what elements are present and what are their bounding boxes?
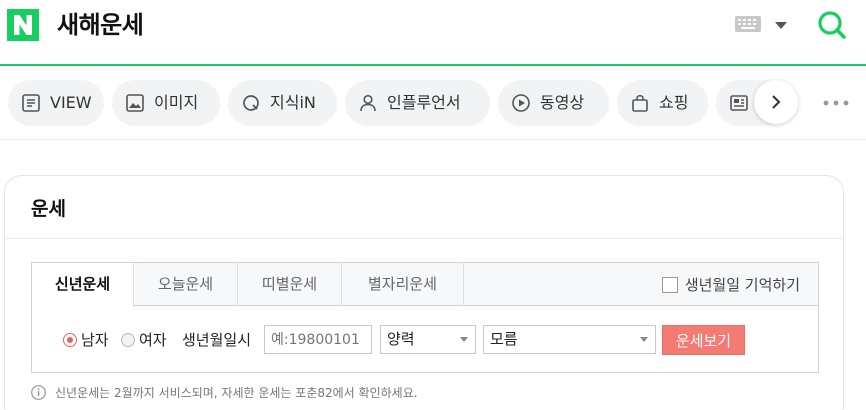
fortune-card: 운세 신년운세 오늘운세 띠별운세 별자리운세 생년월일 기억하기 남자 여자 … (4, 175, 844, 410)
radio-female-label[interactable]: 여자 (139, 330, 167, 350)
view-fortune-button[interactable]: 운세보기 (662, 325, 745, 355)
birthdate-input[interactable] (264, 325, 372, 354)
tab-shopping[interactable]: 쇼핑 (617, 80, 708, 126)
radio-male-label[interactable]: 남자 (81, 330, 109, 350)
fortune-tab-row: 신년운세 오늘운세 띠별운세 별자리운세 생년월일 기억하기 (32, 263, 818, 307)
chevron-right-icon (772, 95, 781, 109)
caret-down-icon[interactable] (774, 20, 788, 30)
tab-label: 인플루언서 (387, 93, 461, 112)
bag-icon (632, 94, 648, 112)
service-notice: 신년운세는 2월까지 서비스되며, 자세한 운세는 포춘82에서 확인하세요. (31, 384, 418, 401)
tab-zodiac-animal-fortune[interactable]: 띠별운세 (238, 263, 342, 306)
tab-influencer[interactable]: 인플루언서 (345, 80, 490, 126)
tab-star-sign-fortune[interactable]: 별자리운세 (342, 263, 464, 306)
tab-label: 지식iN (270, 93, 316, 112)
keyboard-icon[interactable] (735, 16, 761, 32)
remember-birthdate[interactable]: 생년월일 기억하기 (661, 274, 800, 295)
radio-male[interactable] (63, 333, 77, 347)
header: 새해운세 (0, 0, 866, 66)
remember-label: 생년월일 기억하기 (684, 276, 800, 294)
tab-today-fortune[interactable]: 오늘운세 (134, 263, 238, 306)
fortune-form: 남자 여자 생년월일시 양력 모름 운세보기 (32, 325, 818, 355)
person-icon (360, 94, 376, 112)
more-icon[interactable] (822, 99, 850, 107)
radio-female[interactable] (121, 333, 135, 347)
tab-view[interactable]: VIEW (8, 80, 104, 126)
tab-image[interactable]: 이미지 (112, 80, 220, 126)
tabs-next-button[interactable] (754, 80, 798, 124)
select-arrow-icon (640, 337, 648, 342)
search-tabs-bar: VIEW 이미지 지식iN 인플루언서 동영상 쇼핑 (0, 68, 866, 140)
play-icon (512, 94, 530, 112)
search-query[interactable]: 새해운세 (57, 8, 144, 42)
news-icon (730, 95, 748, 111)
birth-label: 생년월일시 (182, 331, 252, 349)
birth-time-value: 모름 (490, 330, 518, 348)
select-arrow-icon (460, 337, 468, 342)
document-icon (22, 94, 40, 112)
fortune-panel: 신년운세 오늘운세 띠별운세 별자리운세 생년월일 기억하기 남자 여자 생년월… (31, 262, 819, 373)
card-divider (5, 238, 843, 239)
calendar-type-select[interactable]: 양력 (380, 325, 476, 354)
info-icon (31, 385, 46, 400)
tab-label: 동영상 (540, 93, 585, 112)
image-icon (126, 94, 144, 112)
search-icon[interactable] (816, 9, 848, 41)
card-title: 운세 (31, 198, 66, 220)
notice-text: 신년운세는 2월까지 서비스되며, 자세한 운세는 포춘82에서 확인하세요. (55, 386, 418, 400)
birth-time-select[interactable]: 모름 (483, 325, 656, 354)
tab-label: 이미지 (154, 93, 199, 112)
tab-label: VIEW (50, 93, 92, 112)
tab-label: 쇼핑 (659, 93, 689, 112)
remember-checkbox[interactable] (661, 276, 678, 293)
tab-kin[interactable]: 지식iN (228, 80, 337, 126)
tab-new-year-fortune[interactable]: 신년운세 (32, 263, 134, 307)
tab-video[interactable]: 동영상 (498, 80, 609, 126)
calendar-type-value: 양력 (387, 330, 415, 348)
q-icon (243, 95, 259, 111)
naver-logo[interactable] (7, 9, 39, 41)
